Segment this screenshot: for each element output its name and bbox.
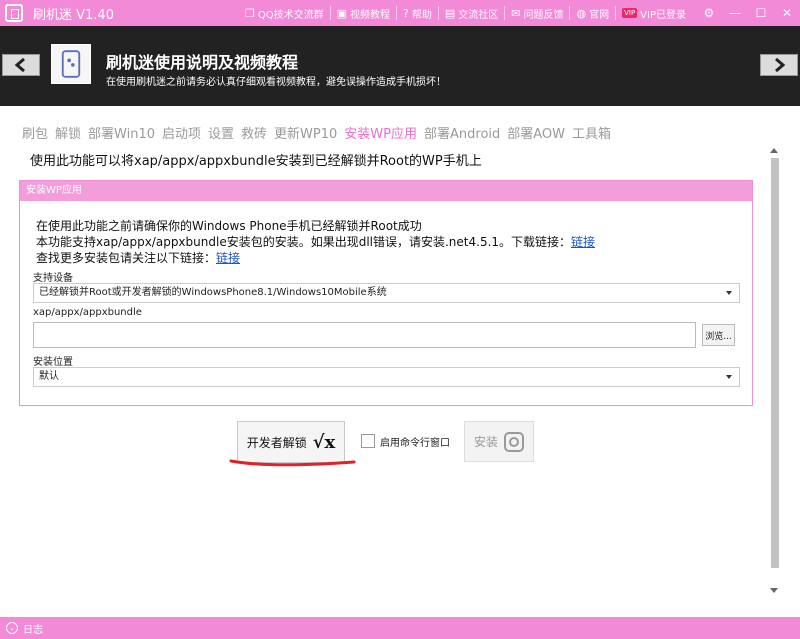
package-path-input[interactable] — [33, 322, 696, 348]
app-title: 刷机迷 V1.40 — [33, 7, 114, 23]
community-icon: ▤ — [444, 6, 456, 20]
tab-deploy-win10[interactable]: 部署Win10 — [88, 123, 155, 142]
tab-unbrick[interactable]: 救砖 — [241, 123, 267, 142]
close-button[interactable]: ✕ — [774, 0, 800, 26]
log-bar[interactable]: ⌄ 日志 — [0, 617, 800, 639]
menu-help[interactable]: ? 帮助 — [396, 6, 438, 21]
globe-icon: ◍ — [576, 6, 587, 20]
tab-flash[interactable]: 刷包 — [22, 123, 48, 142]
menu-qq-group[interactable]: ❐ QQ技术交流群 — [239, 6, 330, 21]
vip-icon: VIP — [622, 8, 638, 18]
menu-label: 官网 — [589, 9, 610, 21]
maximize-button[interactable]: ☐ — [748, 0, 774, 26]
menu-community[interactable]: ▤ 交流社区 — [437, 6, 504, 21]
more-packages-link[interactable]: 链接 — [216, 251, 240, 265]
next-banner-button[interactable] — [760, 54, 798, 76]
chevron-down-icon — [726, 291, 732, 295]
notice-text: 查找更多安装包请关注以下链接： — [36, 251, 217, 265]
dotnet-download-link[interactable]: 链接 — [571, 235, 595, 249]
close-icon: ✕ — [781, 6, 793, 20]
tab-deploy-android[interactable]: 部署Android — [424, 123, 500, 142]
feedback-icon: ✉ — [511, 6, 521, 20]
notice-line-2: 本功能支持xap/appx/appxbundle安装包的安装。如果出现dll错误… — [36, 233, 595, 250]
camera-icon — [504, 431, 524, 452]
menu-label: 视频教程 — [350, 9, 391, 21]
menu-label: 帮助 — [411, 9, 432, 21]
gear-icon: ⚙ — [703, 6, 715, 20]
feature-tabs: 刷包 解锁 部署Win10 启动项 设置 救砖 更新WP10 安装WP应用 部署… — [22, 123, 618, 142]
scroll-thumb[interactable] — [771, 158, 779, 568]
menu-official-site[interactable]: ◍ 官网 — [569, 6, 615, 21]
maximize-icon: ☐ — [755, 6, 767, 20]
video-icon: ▣ — [336, 6, 348, 20]
device-select[interactable]: 已经解锁并Root或开发者解锁的WindowsPhone8.1/Windows1… — [33, 283, 740, 303]
tab-install-wp-app[interactable]: 安装WP应用 — [344, 123, 417, 142]
scroll-up-arrow-icon[interactable] — [770, 148, 778, 153]
cmd-window-checkbox[interactable] — [361, 434, 375, 448]
minimize-icon: — — [729, 6, 741, 20]
vertical-scrollbar[interactable] — [766, 146, 784, 600]
settings-button[interactable]: ⚙ — [696, 0, 722, 26]
tab-update-wp10[interactable]: 更新WP10 — [274, 123, 337, 142]
banner-title: 刷机迷使用说明及视频教程 — [106, 53, 299, 72]
square-root-icon: √x — [312, 431, 336, 453]
developer-unlock-label: 开发者解锁 — [246, 435, 307, 450]
title-bar-menu: ❐ QQ技术交流群 ▣ 视频教程 ? 帮助 ▤ 交流社区 ✉ 问题反馈 ◍ 官网… — [239, 0, 692, 26]
menu-label: QQ技术交流群 — [257, 9, 324, 21]
tab-unlock[interactable]: 解锁 — [55, 123, 81, 142]
app-logo-icon — [5, 4, 23, 22]
menu-video-tutorial[interactable]: ▣ 视频教程 — [329, 6, 396, 21]
scroll-down-arrow-icon[interactable] — [770, 588, 778, 593]
banner: 刷机迷使用说明及视频教程 在使用刷机迷之前请务必认真仔细观看视频教程，避免误操作… — [0, 26, 800, 106]
tab-boot-entry[interactable]: 启动项 — [162, 123, 201, 142]
expand-log-icon: ⌄ — [6, 622, 18, 634]
cmd-window-label: 启用命令行窗口 — [380, 438, 450, 449]
browse-button[interactable]: 浏览... — [702, 324, 735, 346]
location-select-value: 默认 — [39, 371, 59, 382]
prev-banner-button[interactable] — [2, 54, 40, 76]
phone-icon — [51, 44, 91, 84]
install-button[interactable]: 安装 — [464, 421, 534, 462]
help-icon: ? — [403, 6, 409, 20]
minimize-button[interactable]: — — [722, 0, 748, 26]
device-label: 支持设备 — [33, 273, 73, 284]
qq-icon: ❐ — [244, 6, 255, 20]
banner-subtitle: 在使用刷机迷之前请务必认真仔细观看视频教程，避免误操作造成手机损坏！ — [106, 77, 446, 88]
notice-text: 本功能支持xap/appx/appxbundle安装包的安装。如果出现dll错误… — [36, 235, 572, 249]
tab-deploy-aow[interactable]: 部署AOW — [507, 123, 565, 142]
chevron-left-icon — [14, 58, 25, 72]
tab-toolbox[interactable]: 工具箱 — [572, 123, 611, 142]
notice-line-1: 在使用此功能之前请确保你的Windows Phone手机已经解锁并Root成功 — [36, 217, 422, 234]
panel-header: 安装WP应用 — [20, 181, 752, 201]
menu-label: 交流社区 — [458, 9, 499, 21]
log-label: 日志 — [23, 624, 43, 636]
file-label: xap/appx/appxbundle — [33, 307, 142, 318]
chevron-down-icon — [726, 375, 732, 379]
install-wp-app-panel: 安装WP应用 在使用此功能之前请确保你的Windows Phone手机已经解锁并… — [19, 180, 753, 406]
menu-vip-login[interactable]: VIP VIP已登录 — [615, 6, 692, 21]
tab-settings[interactable]: 设置 — [208, 123, 234, 142]
title-bar: 刷机迷 V1.40 ❐ QQ技术交流群 ▣ 视频教程 ? 帮助 ▤ 交流社区 ✉… — [0, 0, 800, 26]
chevron-right-icon — [775, 58, 786, 72]
location-label: 安装位置 — [33, 357, 73, 368]
menu-feedback[interactable]: ✉ 问题反馈 — [504, 6, 569, 21]
device-select-value: 已经解锁并Root或开发者解锁的WindowsPhone8.1/Windows1… — [39, 287, 387, 298]
install-label: 安装 — [473, 435, 498, 449]
window-controls: ⚙ — ☐ ✕ — [696, 0, 800, 26]
location-select[interactable]: 默认 — [33, 367, 740, 387]
menu-label: VIP已登录 — [640, 9, 686, 21]
notice-line-3: 查找更多安装包请关注以下链接：链接 — [36, 249, 240, 266]
red-annotation-underline — [229, 459, 356, 467]
feature-description: 使用此功能可以将xap/appx/appxbundle安装到已经解锁并Root的… — [30, 154, 482, 169]
notice-text: 在使用此功能之前请确保你的Windows Phone手机已经解锁并Root成功 — [36, 219, 422, 233]
menu-label: 问题反馈 — [523, 9, 564, 21]
